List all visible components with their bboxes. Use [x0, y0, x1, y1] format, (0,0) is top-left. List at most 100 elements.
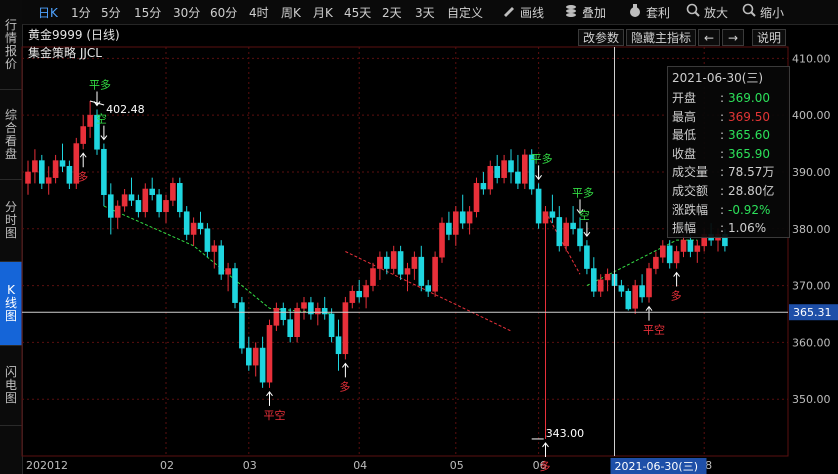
- info-colon: :: [720, 91, 725, 105]
- candle-body: [335, 336, 342, 355]
- candle-body: [659, 245, 666, 258]
- candle-body: [570, 222, 576, 230]
- info-label: 振幅: [672, 221, 697, 236]
- info-value: 78.57万: [728, 165, 775, 180]
- buy-arrow-icon: [673, 271, 680, 287]
- high-label: 402.48: [106, 103, 145, 116]
- candle-body: [646, 268, 652, 298]
- candle-body: [590, 268, 597, 292]
- candle-body: [363, 285, 369, 298]
- candle-body: [80, 126, 86, 144]
- signal-label: 平多: [572, 185, 594, 199]
- candle-body: [390, 251, 397, 269]
- prev-button[interactable]: ←: [698, 29, 720, 46]
- candle-body: [38, 160, 45, 184]
- edit-params-button[interactable]: 改参数: [578, 29, 624, 46]
- info-row: 振幅:1.06%: [672, 219, 766, 237]
- info-colon: :: [720, 221, 725, 236]
- candle-body: [59, 160, 66, 167]
- candle-body: [521, 154, 528, 184]
- signal-label: 多: [540, 459, 551, 473]
- info-colon: :: [720, 165, 725, 180]
- candle-body: [425, 285, 432, 292]
- hide-main-indicator-button[interactable]: 隐藏主指标: [626, 29, 696, 46]
- candle-body: [177, 183, 183, 213]
- signal-label: 多: [77, 169, 88, 183]
- chart-title: 黄金9999 (日线): [28, 27, 120, 42]
- candle-body: [459, 211, 466, 224]
- crosshair-price: 365.31: [793, 306, 832, 319]
- candle-body: [494, 165, 501, 178]
- y-tick-label: 360.00: [792, 336, 831, 349]
- candle-body: [301, 302, 307, 309]
- buy-arrow-icon: [79, 152, 87, 168]
- low-label: 343.00: [546, 427, 585, 440]
- candle-body: [632, 285, 639, 309]
- sell-arrow-icon: [535, 165, 542, 181]
- candle-body: [280, 308, 287, 320]
- info-value: 365.90: [728, 146, 770, 161]
- candle-body: [404, 268, 411, 275]
- candle-body: [370, 268, 376, 286]
- candle-body: [446, 222, 452, 235]
- candle-body: [170, 183, 176, 201]
- candle-body: [314, 308, 321, 315]
- candle-body: [197, 222, 204, 230]
- next-button[interactable]: →: [722, 29, 744, 46]
- candle-body: [687, 239, 694, 252]
- info-row: 涨跌幅: -0.92%: [672, 201, 770, 219]
- candle-body: [25, 171, 31, 184]
- candle-body: [356, 290, 363, 298]
- strategy-name: 集金策略 JJCL: [28, 45, 102, 60]
- candle-body: [45, 177, 52, 184]
- candle-body: [321, 308, 328, 315]
- candle-body: [452, 211, 459, 235]
- info-value: 369.00: [728, 91, 770, 105]
- y-tick-label: 370.00: [792, 280, 831, 293]
- info-label: 开盘: [672, 91, 697, 105]
- info-label: 最低: [672, 128, 697, 143]
- candle-body: [549, 211, 556, 218]
- info-colon: :: [720, 146, 725, 161]
- candle-body: [515, 171, 521, 184]
- candle-body: [466, 211, 473, 224]
- candle-body: [183, 211, 190, 235]
- candle-body: [694, 245, 701, 252]
- candle-body: [342, 302, 349, 355]
- candle-body: [556, 217, 563, 247]
- info-row: 开盘:369.00: [672, 89, 770, 107]
- help-button[interactable]: 说明: [752, 29, 786, 46]
- candle-body: [190, 222, 197, 235]
- info-value: 369.50: [728, 109, 770, 124]
- x-tick-label: 202012: [26, 459, 68, 472]
- info-colon: :: [720, 109, 725, 124]
- info-row: 最低:365.60: [672, 126, 770, 144]
- y-tick-label: 400.00: [792, 109, 831, 122]
- candle-body: [239, 302, 245, 349]
- info-label: 收盘: [672, 146, 697, 161]
- candle-body: [508, 160, 514, 173]
- candle-body: [439, 222, 445, 258]
- y-tick-label: 390.00: [792, 166, 831, 179]
- trend-line: [103, 205, 332, 315]
- candle-body: [535, 188, 542, 224]
- sell-arrow-icon: [100, 125, 108, 141]
- info-date: 2021-06-30(三): [672, 71, 764, 85]
- candle-body: [666, 245, 673, 264]
- info-label: 成交额: [672, 184, 709, 198]
- candle-body: [52, 160, 59, 178]
- candle-body: [163, 200, 169, 213]
- info-row: 最高:369.50: [672, 108, 770, 126]
- candle-body: [680, 239, 687, 252]
- candle-body: [108, 194, 114, 218]
- signal-label: 平空: [264, 408, 286, 422]
- candle-body: [252, 347, 259, 366]
- candle-body: [639, 285, 645, 298]
- y-tick-label: 410.00: [792, 52, 831, 65]
- y-tick-label: 350.00: [792, 393, 831, 406]
- candle-body: [383, 256, 390, 269]
- candle-body: [349, 290, 356, 303]
- candle-body: [418, 256, 425, 286]
- candle-body: [246, 347, 252, 366]
- x-tick-label: 05: [450, 459, 464, 472]
